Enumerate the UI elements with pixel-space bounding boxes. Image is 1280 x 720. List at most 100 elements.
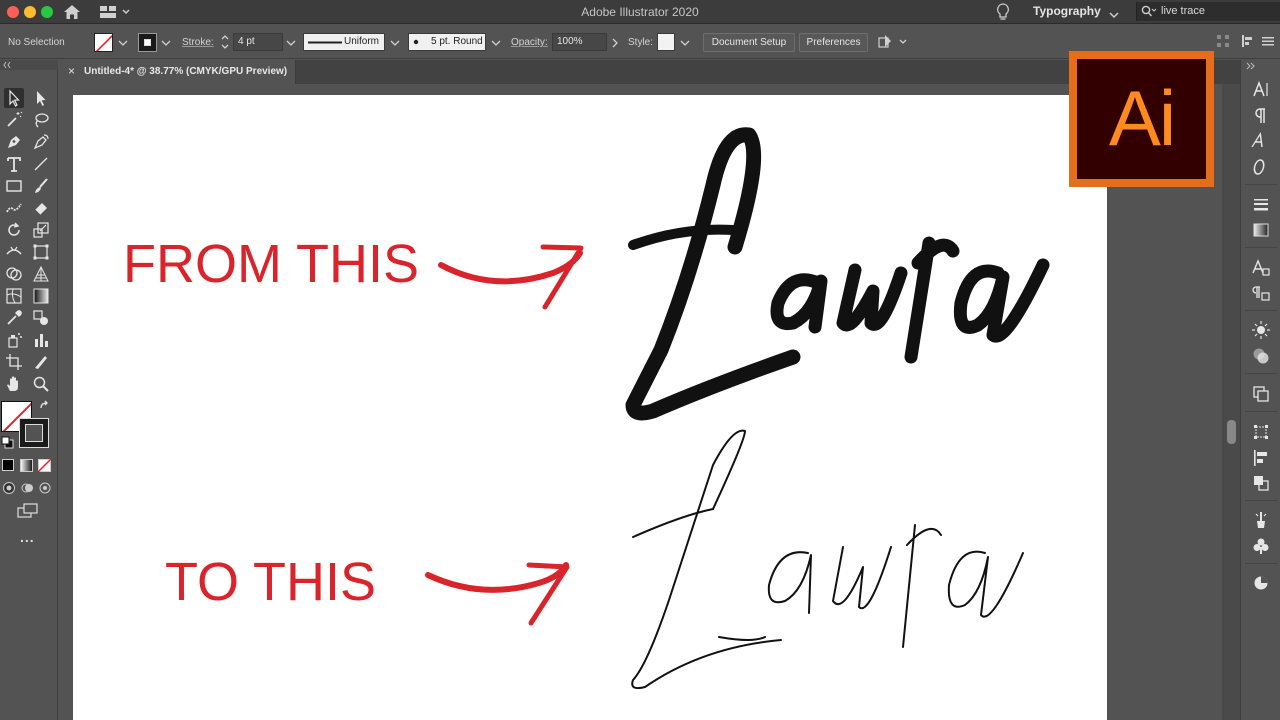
curvature-tool[interactable] <box>31 132 51 152</box>
mesh-tool[interactable] <box>4 286 24 306</box>
character-styles-icon[interactable] <box>1250 130 1272 152</box>
chevron-down-icon[interactable] <box>490 37 502 49</box>
panel-separator <box>1245 500 1277 501</box>
rectangle-tool[interactable] <box>4 176 24 196</box>
gradient-tool[interactable] <box>31 286 51 306</box>
brush-value: 5 pt. Round <box>431 36 483 47</box>
toolbar-grip[interactable] <box>0 60 58 70</box>
align-icon[interactable] <box>1240 33 1256 49</box>
panel-separator <box>1245 247 1277 248</box>
blend-tool[interactable] <box>31 308 51 328</box>
to-this-label: TO THIS <box>165 552 376 612</box>
stroke-label: Stroke: <box>182 37 214 48</box>
panel-dock <box>1240 60 1280 720</box>
appearance-panel-icon[interactable] <box>1250 319 1272 341</box>
preferences-button[interactable]: Preferences <box>799 33 868 52</box>
to-arrow-icon <box>425 562 569 593</box>
eyedropper-tool[interactable] <box>4 308 24 328</box>
direct-selection-tool[interactable] <box>31 88 51 108</box>
lasso-tool[interactable] <box>31 110 51 130</box>
tools-panel: ... <box>0 60 58 720</box>
chevron-down-icon[interactable] <box>389 37 401 49</box>
chevron-right-icon[interactable] <box>609 37 621 49</box>
scale-tool[interactable] <box>31 220 51 240</box>
artboard[interactable]: FROM THIS TO THIS <box>73 95 1107 720</box>
grid-icon[interactable] <box>1215 33 1231 49</box>
vertical-scrollbar[interactable] <box>1222 84 1240 720</box>
hand-tool[interactable] <box>4 374 24 394</box>
transform-panel-icon[interactable] <box>1250 421 1272 443</box>
document-tab[interactable]: × Untitled-4* @ 38.77% (CMYK/GPU Preview… <box>60 60 296 84</box>
document-setup-button[interactable]: Document Setup <box>703 33 795 52</box>
character-panel-icon[interactable] <box>1250 79 1272 101</box>
swap-fill-stroke-icon[interactable] <box>38 400 52 414</box>
symbols-panel-icon[interactable] <box>1250 535 1272 557</box>
none-mode-button[interactable] <box>38 459 51 472</box>
chevron-down-icon[interactable] <box>117 37 129 49</box>
chevron-down-icon[interactable] <box>285 37 297 49</box>
search-value: live trace <box>1161 5 1206 17</box>
paintbrush-tool[interactable] <box>31 176 51 196</box>
brushes-panel-icon[interactable] <box>1250 509 1272 531</box>
line-segment-tool[interactable] <box>31 154 51 174</box>
chevron-down-icon[interactable] <box>160 37 172 49</box>
panel-menu-icon[interactable] <box>1260 33 1276 49</box>
pathfinder-panel-icon[interactable] <box>1250 472 1272 494</box>
shape-builder-tool[interactable] <box>4 264 24 284</box>
opacity-field[interactable]: 100% <box>552 33 607 51</box>
graphic-style-swatch[interactable] <box>657 33 675 51</box>
pen-tool[interactable] <box>4 132 24 152</box>
free-transform-tool[interactable] <box>31 242 51 262</box>
slice-tool[interactable] <box>31 352 51 372</box>
magic-wand-tool[interactable] <box>4 110 24 130</box>
search-input[interactable]: live trace <box>1136 2 1280 21</box>
stroke-swatch[interactable] <box>138 33 157 52</box>
draw-behind-icon[interactable] <box>20 481 34 495</box>
canvas-area[interactable]: FROM THIS TO THIS <box>60 84 1222 720</box>
chevron-down-icon[interactable] <box>679 37 691 49</box>
scroll-thumb[interactable] <box>1227 420 1236 444</box>
rotate-tool[interactable] <box>4 220 24 240</box>
layers-panel-icon[interactable] <box>1250 383 1272 405</box>
align-panel-icon[interactable] <box>1250 447 1272 469</box>
screen-mode-icon[interactable] <box>17 503 39 519</box>
arrange-icon[interactable] <box>877 33 909 51</box>
shaper-tool[interactable] <box>4 198 24 218</box>
opentype-panel-icon[interactable] <box>1250 156 1272 178</box>
brush-definition[interactable]: 5 pt. Round <box>408 33 486 51</box>
transparency-panel-icon[interactable] <box>1250 345 1272 367</box>
eraser-tool[interactable] <box>31 198 51 218</box>
paragraph-panel-icon[interactable] <box>1250 105 1272 127</box>
stroke-weight-field[interactable]: 4 pt <box>233 33 283 51</box>
edit-toolbar-button[interactable]: ... <box>20 529 35 545</box>
stroke-stepper-icon[interactable] <box>220 33 230 51</box>
selection-status: No Selection <box>8 37 65 48</box>
width-tool[interactable] <box>4 242 24 262</box>
fill-swatch[interactable] <box>94 33 113 52</box>
draw-inside-icon[interactable] <box>38 481 52 495</box>
paragraph-styles-icon[interactable] <box>1250 282 1272 304</box>
chevron-down-icon[interactable] <box>1109 6 1119 24</box>
color-mode-button[interactable] <box>2 459 14 471</box>
workspace-switcher[interactable]: Typography <box>1033 4 1101 18</box>
color-guide-panel-icon[interactable] <box>1250 572 1272 594</box>
type-tool[interactable] <box>4 154 24 174</box>
collapse-panels-icon[interactable] <box>1245 62 1255 70</box>
zoom-tool[interactable] <box>31 374 51 394</box>
stroke-color-box[interactable] <box>19 418 49 448</box>
close-tab-icon[interactable]: × <box>68 64 75 78</box>
artwork: FROM THIS TO THIS <box>123 127 1050 690</box>
draw-normal-icon[interactable] <box>2 481 16 495</box>
glyphs-panel-icon[interactable] <box>1250 257 1272 279</box>
gradient-panel-icon[interactable] <box>1250 219 1272 241</box>
symbol-sprayer-tool[interactable] <box>4 330 24 350</box>
selection-tool[interactable] <box>4 88 24 108</box>
artboard-tool[interactable] <box>4 352 24 372</box>
lightbulb-icon[interactable] <box>996 3 1010 26</box>
gradient-mode-button[interactable] <box>20 459 33 472</box>
column-graph-tool[interactable] <box>31 330 51 350</box>
default-fill-stroke-icon[interactable] <box>1 436 15 450</box>
outline-lettering <box>631 429 1024 690</box>
stroke-panel-icon[interactable] <box>1250 193 1272 215</box>
perspective-grid-tool[interactable] <box>31 264 51 284</box>
